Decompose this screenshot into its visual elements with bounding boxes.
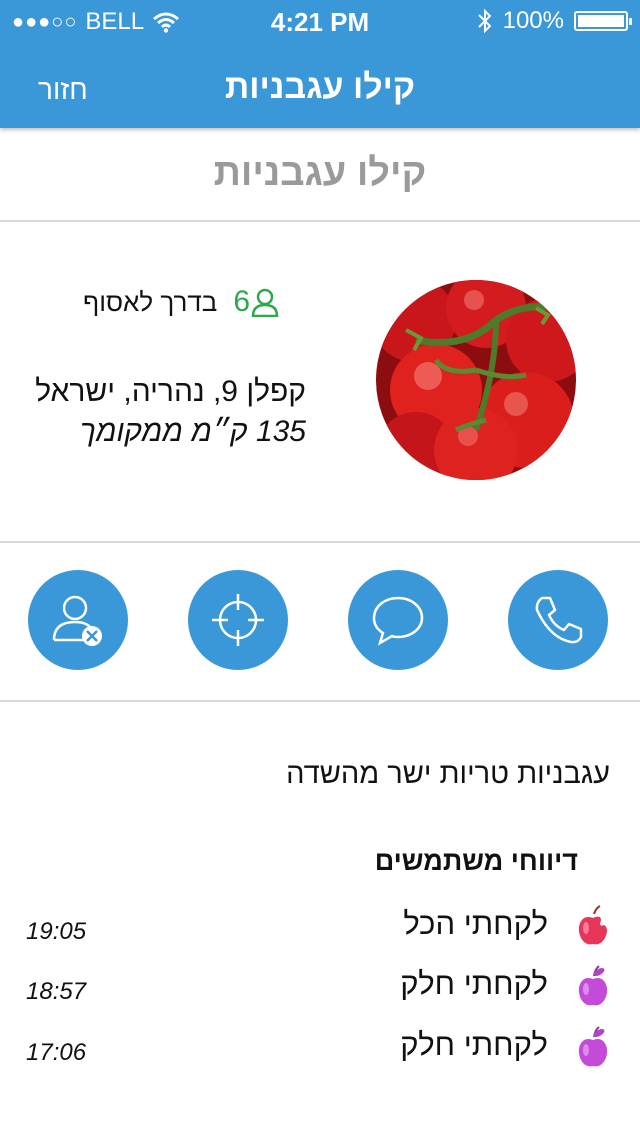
product-title: קילו עגבניות <box>213 152 427 194</box>
report-row: 19:05 לקחתי הכל <box>0 904 640 954</box>
nav-title: קילו עגבניות <box>224 68 416 106</box>
user-icon <box>251 288 279 317</box>
apple-icon <box>578 965 608 1006</box>
apple-icon <box>578 1026 608 1067</box>
battery-icon <box>574 11 632 31</box>
status-bar: ●●●○○ BELL 4:21 PM 100% <box>0 0 640 42</box>
product-description: עגבניות טריות ישר מהשדה <box>286 758 610 790</box>
apple-bitten-icon <box>578 905 607 945</box>
distance-text: 135 ק״מ ממקומך <box>79 415 306 448</box>
divider <box>0 220 640 222</box>
address-block: קפלן 9, נהריה, ישראל 135 ק״מ ממקומך <box>6 372 306 452</box>
report-time: 18:57 <box>26 978 87 1005</box>
report-text: לקחתי חלק <box>400 966 548 1001</box>
report-time: 19:05 <box>26 918 87 945</box>
reports-title: דיווחי משתמשים <box>374 846 578 876</box>
address-text: קפלן 9, נהריה, ישראל <box>35 375 306 408</box>
action-bar <box>0 570 640 670</box>
chat-button[interactable] <box>348 570 448 670</box>
target-icon <box>212 594 264 646</box>
chat-icon <box>372 596 424 646</box>
report-text: לקחתי הכל <box>403 906 548 941</box>
remove-user-button[interactable] <box>28 570 128 670</box>
collectors-count: 6 <box>233 285 250 318</box>
report-text: לקחתי חלק <box>400 1027 548 1062</box>
bluetooth-icon <box>477 8 492 34</box>
remove-user-icon <box>52 595 102 646</box>
locate-button[interactable] <box>188 570 288 670</box>
phone-icon <box>535 596 583 644</box>
report-row: 18:57 לקחתי חלק <box>0 964 640 1014</box>
report-time: 17:06 <box>26 1039 87 1066</box>
collectors-label: בדרך לאסוף <box>83 286 218 317</box>
divider <box>0 700 640 702</box>
battery-percent: 100% <box>502 7 564 34</box>
collectors-status: 6 בדרך לאסוף <box>83 285 280 319</box>
divider <box>0 541 640 543</box>
tomatoes-image <box>376 280 576 480</box>
report-row: 17:06 לקחתי חלק <box>0 1025 640 1075</box>
product-photo <box>376 280 576 480</box>
status-right: 100% <box>477 7 632 35</box>
header: ●●●○○ BELL 4:21 PM 100% חזור קילו עגבניו… <box>0 0 640 128</box>
collectors-count-wrap: 6 <box>233 285 280 319</box>
call-button[interactable] <box>508 570 608 670</box>
